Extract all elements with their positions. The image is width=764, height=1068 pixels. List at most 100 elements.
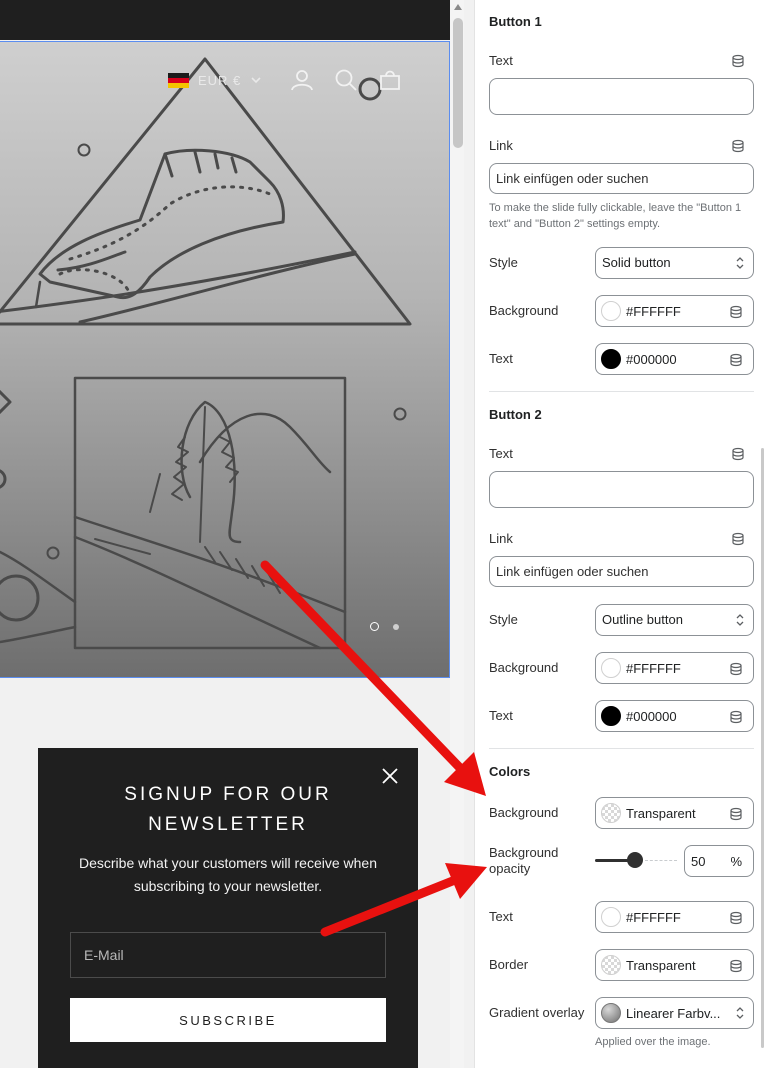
- gradient-overlay-select[interactable]: Linearer Farbv...: [595, 997, 754, 1029]
- button1-text-label: Text: [489, 53, 513, 68]
- button2-link-label: Link: [489, 531, 513, 546]
- colors-text-label: Text: [489, 909, 513, 924]
- background-opacity-input[interactable]: 50 %: [684, 845, 754, 877]
- dynamic-source-icon[interactable]: [729, 710, 743, 724]
- colors-section-title: Colors: [489, 764, 531, 779]
- gradient-overlay-hint: Applied over the image.: [595, 1036, 711, 1048]
- slide-dot[interactable]: [393, 623, 399, 630]
- button1-style-label: Style: [489, 255, 518, 270]
- background-opacity-label: Background opacity: [489, 845, 558, 877]
- colors-border-label: Border: [489, 957, 529, 972]
- button2-section-title: Button 2: [489, 407, 542, 422]
- app-root: EUR € SIGNUP FOR OUR NEWSLETTER Describe…: [0, 0, 764, 1068]
- button2-background-label: Background: [489, 660, 559, 675]
- select-chevron-icon: [736, 1007, 744, 1019]
- button2-background-color[interactable]: #FFFFFF: [595, 652, 754, 684]
- colors-background-label: Background: [489, 805, 559, 820]
- dynamic-source-icon[interactable]: [729, 807, 743, 821]
- gradient-value: Linearer Farbv...: [626, 1006, 721, 1021]
- color-value: #000000: [626, 709, 677, 724]
- email-field[interactable]: [70, 932, 386, 978]
- color-swatch[interactable]: [601, 907, 621, 927]
- cart-icon[interactable]: [378, 68, 402, 92]
- dynamic-source-icon[interactable]: [729, 305, 743, 319]
- color-swatch[interactable]: [601, 706, 621, 726]
- button2-text-label: Text: [489, 446, 513, 461]
- dynamic-source-icon[interactable]: [729, 353, 743, 367]
- slide-dot-active[interactable]: [370, 622, 379, 631]
- button2-link-input[interactable]: [489, 556, 754, 587]
- opacity-value: 50: [691, 854, 706, 869]
- slider-track: [645, 860, 677, 861]
- button2-style-select[interactable]: Outline button: [595, 604, 754, 636]
- settings-panel: Button 1 Text Link To make the slide ful…: [474, 0, 764, 1068]
- color-swatch[interactable]: [601, 349, 621, 369]
- button1-hint: To make the slide fully clickable, leave…: [489, 202, 742, 230]
- colors-background-color[interactable]: Transparent: [595, 797, 754, 829]
- subscribe-button[interactable]: SUBSCRIBE: [70, 998, 386, 1042]
- dynamic-source-icon[interactable]: [729, 662, 743, 676]
- color-swatch[interactable]: [601, 301, 621, 321]
- preview-scroll-thumb[interactable]: [453, 18, 463, 148]
- newsletter-popup: SIGNUP FOR OUR NEWSLETTER Describe what …: [38, 748, 418, 1068]
- dynamic-source-icon[interactable]: [731, 139, 745, 153]
- dynamic-source-icon[interactable]: [729, 959, 743, 973]
- germany-flag-icon: [168, 72, 189, 88]
- popup-description: Describe what your customers will receiv…: [79, 855, 377, 894]
- scroll-up-arrow-icon[interactable]: [454, 4, 462, 10]
- dynamic-source-icon[interactable]: [731, 447, 745, 461]
- currency-label: EUR €: [198, 72, 242, 88]
- section-divider: [489, 391, 754, 392]
- dynamic-source-icon[interactable]: [731, 532, 745, 546]
- popup-title-line1: SIGNUP FOR OUR: [124, 784, 332, 805]
- transparent-swatch[interactable]: [601, 803, 621, 823]
- button1-text-input[interactable]: [489, 78, 754, 115]
- slideshow-section[interactable]: EUR €: [0, 41, 450, 678]
- color-value: #FFFFFF: [626, 661, 681, 676]
- dynamic-source-icon[interactable]: [731, 54, 745, 68]
- search-icon[interactable]: [334, 68, 358, 92]
- button1-textcolor-label: Text: [489, 351, 513, 366]
- colors-border-color[interactable]: Transparent: [595, 949, 754, 981]
- section-divider: [489, 748, 754, 749]
- theme-preview: EUR € SIGNUP FOR OUR NEWSLETTER Describe…: [0, 0, 464, 1068]
- gradient-swatch[interactable]: [601, 1003, 621, 1023]
- opacity-unit: %: [730, 854, 742, 869]
- button2-text-color[interactable]: #000000: [595, 700, 754, 732]
- button1-text-color[interactable]: #000000: [595, 343, 754, 375]
- color-value: Transparent: [626, 958, 696, 973]
- transparent-swatch[interactable]: [601, 955, 621, 975]
- localization-selector[interactable]: EUR €: [168, 68, 262, 92]
- button2-textcolor-label: Text: [489, 708, 513, 723]
- slide-pagination: [370, 622, 399, 631]
- gradient-overlay-label: Gradient overlay: [489, 1005, 585, 1020]
- slide-illustration: [0, 57, 412, 650]
- popup-title: SIGNUP FOR OUR NEWSLETTER: [38, 780, 418, 840]
- account-icon[interactable]: [290, 68, 314, 92]
- button1-style-value: Solid button: [602, 255, 671, 270]
- preview-scrollbar[interactable]: [450, 0, 464, 1068]
- chevron-down-icon: [251, 77, 261, 84]
- button1-background-color[interactable]: #FFFFFF: [595, 295, 754, 327]
- slider-handle[interactable]: [627, 852, 643, 868]
- opacity-label-line2: opacity: [489, 861, 531, 876]
- button2-text-input[interactable]: [489, 471, 754, 508]
- announcement-bar: [0, 0, 450, 40]
- button2-style-value: Outline button: [602, 612, 683, 627]
- button1-section-title: Button 1: [489, 14, 542, 29]
- dynamic-source-icon[interactable]: [729, 911, 743, 925]
- color-value: #FFFFFF: [626, 304, 681, 319]
- button1-style-select[interactable]: Solid button: [595, 247, 754, 279]
- button2-style-label: Style: [489, 612, 518, 627]
- select-chevron-icon: [736, 614, 744, 626]
- button1-background-label: Background: [489, 303, 559, 318]
- button1-link-label: Link: [489, 138, 513, 153]
- colors-text-color[interactable]: #FFFFFF: [595, 901, 754, 933]
- color-value: #000000: [626, 352, 677, 367]
- color-value: Transparent: [626, 806, 696, 821]
- opacity-label-line1: Background: [489, 845, 559, 860]
- button1-link-input[interactable]: [489, 163, 754, 194]
- background-opacity-slider[interactable]: [595, 850, 677, 870]
- color-swatch[interactable]: [601, 658, 621, 678]
- popup-title-line2: NEWSLETTER: [148, 814, 308, 835]
